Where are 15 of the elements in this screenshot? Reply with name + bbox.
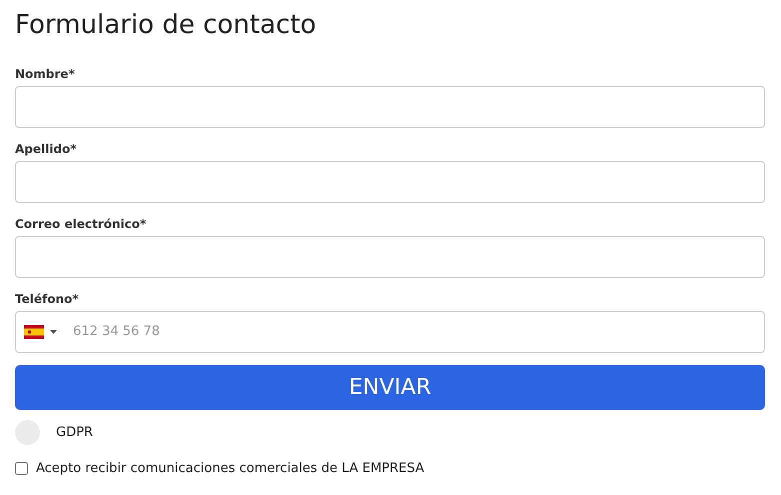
consent-label: Acepto recibir comunicaciones comerciales de LA EMPRESA [36, 460, 424, 478]
caret-icon[interactable] [50, 330, 57, 334]
flag-icon[interactable] [24, 325, 44, 339]
consent-checkbox[interactable] [15, 462, 28, 476]
input-field[interactable] [15, 86, 765, 128]
input-field[interactable] [15, 236, 765, 278]
form-title: Formulario de contacto [15, 9, 318, 42]
phone-field[interactable]: 612 34 56 78 [15, 311, 765, 353]
submit-button[interactable]: ENVIAR [15, 365, 765, 410]
gdpr-label: GDPR [56, 424, 93, 442]
field-label: Apellido* [15, 141, 78, 157]
field-label: Correo electrónico* [15, 216, 148, 232]
input-field[interactable] [15, 161, 765, 203]
field-label: Teléfono* [15, 291, 80, 307]
field-label: Nombre* [15, 66, 76, 82]
